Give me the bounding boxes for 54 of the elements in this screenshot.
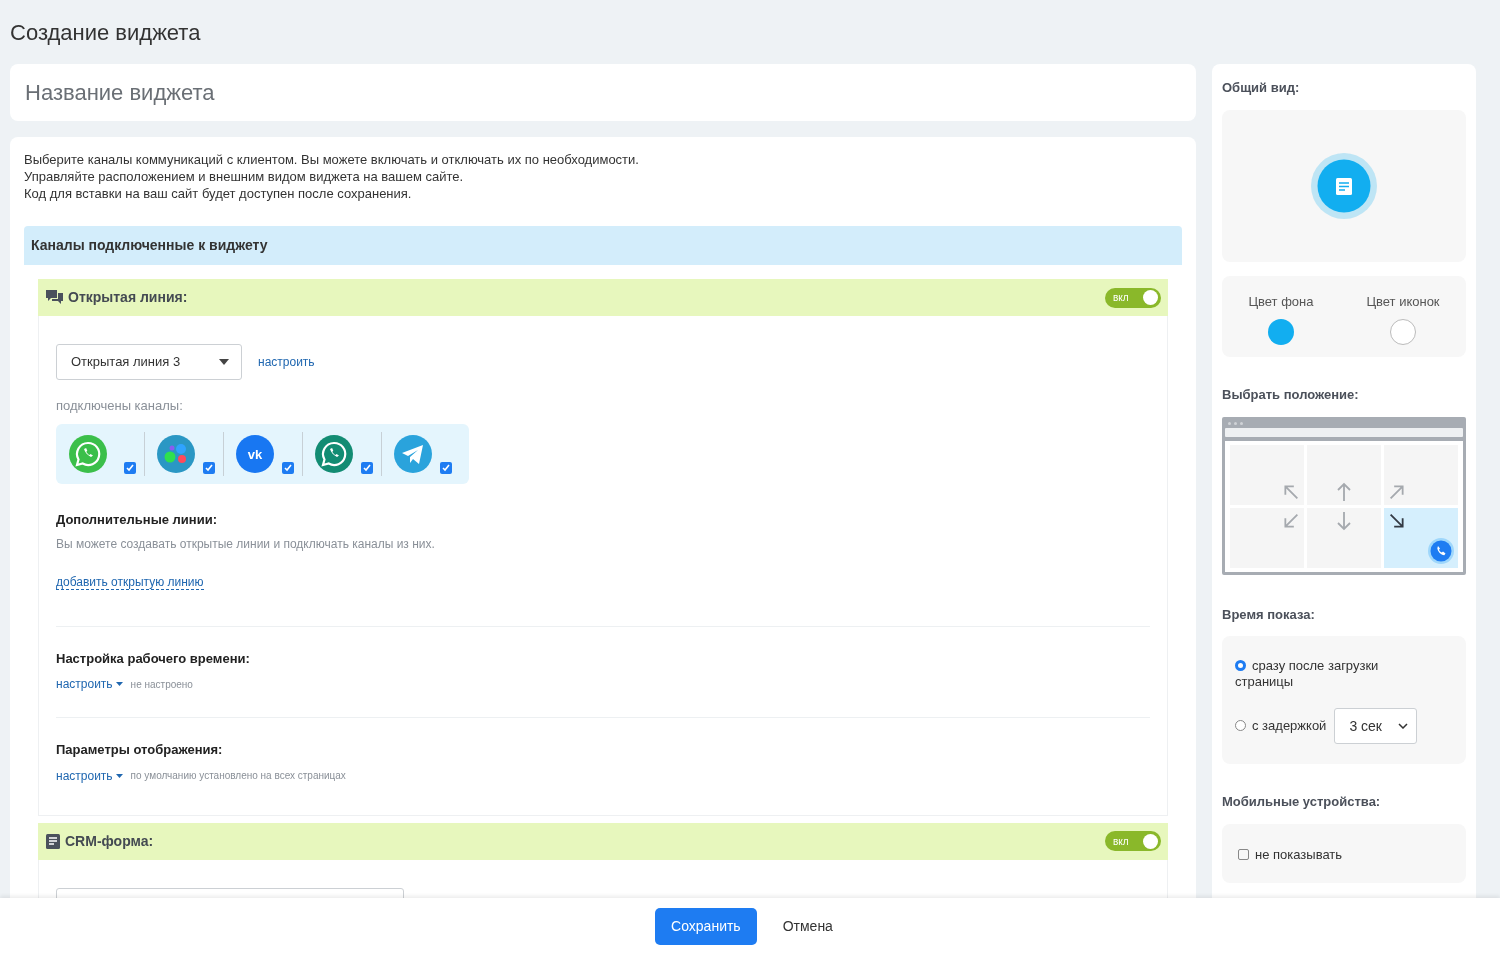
checkbox-option[interactable]: не показывать (1238, 844, 1343, 864)
caret-icon (115, 682, 123, 686)
delay-select[interactable]: 3 сек (1334, 708, 1418, 744)
subsection-title: Настройка рабочего времени: (56, 649, 251, 668)
channel-checkbox[interactable] (440, 461, 452, 474)
phone-bubble-icon (315, 434, 353, 473)
panel-heading: Мобильные устройства: (1222, 793, 1382, 811)
status-text: не настроено (130, 677, 193, 692)
subsection-title: Параметры отображения: (56, 741, 224, 759)
description-text: Код для вставки на ваш сайт будет доступен после сохранения. (24, 185, 413, 202)
section-header: Каналы подключенные к виджету (24, 226, 1182, 265)
hint-text: Вы можете создавать открытые линии и подключать каналы из них. (56, 536, 436, 553)
channel-checkbox[interactable] (282, 461, 294, 474)
channel-checkbox[interactable] (203, 461, 215, 474)
caret-icon (219, 359, 229, 365)
line-select[interactable]: Открытая линия 3 (56, 344, 242, 380)
section-header: CRM-форма: вкл (38, 822, 1168, 860)
save-button[interactable]: Сохранить (655, 908, 757, 945)
configure-link[interactable]: настроить (258, 353, 315, 371)
paper-plane-icon (394, 434, 432, 473)
color-label: Цвет иконок (1366, 292, 1440, 311)
page-title: Создание виджета (10, 20, 202, 46)
position-option[interactable] (1384, 507, 1458, 568)
widget-name-field[interactable]: Название виджета (10, 64, 1196, 121)
description-text: Выберите каналы коммуникаций с клиентом. Вы можете включать и отключать их по необходимости. (24, 151, 640, 168)
panel-heading: Общий вид: (1222, 79, 1301, 97)
panel-heading: Время показа: (1222, 605, 1316, 624)
color-swatch[interactable] (1389, 319, 1416, 345)
subsection-title: Дополнительные линии: (56, 510, 218, 529)
status-text: по умолчанию установлено на всех страницах (130, 769, 346, 783)
phone-icon (1428, 537, 1454, 564)
radio-option[interactable]: с задержкой (1235, 718, 1327, 734)
configure-link[interactable]: настроить (56, 766, 123, 785)
caret-icon (115, 773, 123, 778)
description-text: Управляйте расположением и внешним видом виджета на вашем сайте. (24, 168, 465, 185)
chevron-icon (1398, 723, 1409, 729)
phone-bubble-icon (69, 434, 107, 473)
widget-button-icon (1311, 152, 1377, 219)
connected-label: подключены каналы: (56, 397, 184, 415)
dots-icon (157, 434, 195, 473)
add-line-link[interactable]: добавить открытую линию (56, 575, 204, 590)
panel-heading: Выбрать положение: (1222, 386, 1360, 404)
window-dots-icon (1228, 422, 1243, 425)
channel-icon: vk (236, 434, 274, 473)
color-swatch[interactable] (1267, 319, 1294, 345)
chat-bubbles-icon (45, 289, 64, 306)
form-icon (45, 832, 61, 850)
radio-option[interactable]: сразу после загрузки страницы (1235, 658, 1454, 690)
configure-link[interactable]: настроить (56, 675, 123, 693)
cancel-button[interactable]: Отмена (770, 908, 845, 945)
channel-checkbox[interactable] (361, 461, 373, 474)
section-header: Открытая линия: вкл (38, 279, 1168, 316)
channel-checkbox[interactable] (124, 461, 136, 474)
color-label: Цвет фона (1248, 292, 1314, 311)
